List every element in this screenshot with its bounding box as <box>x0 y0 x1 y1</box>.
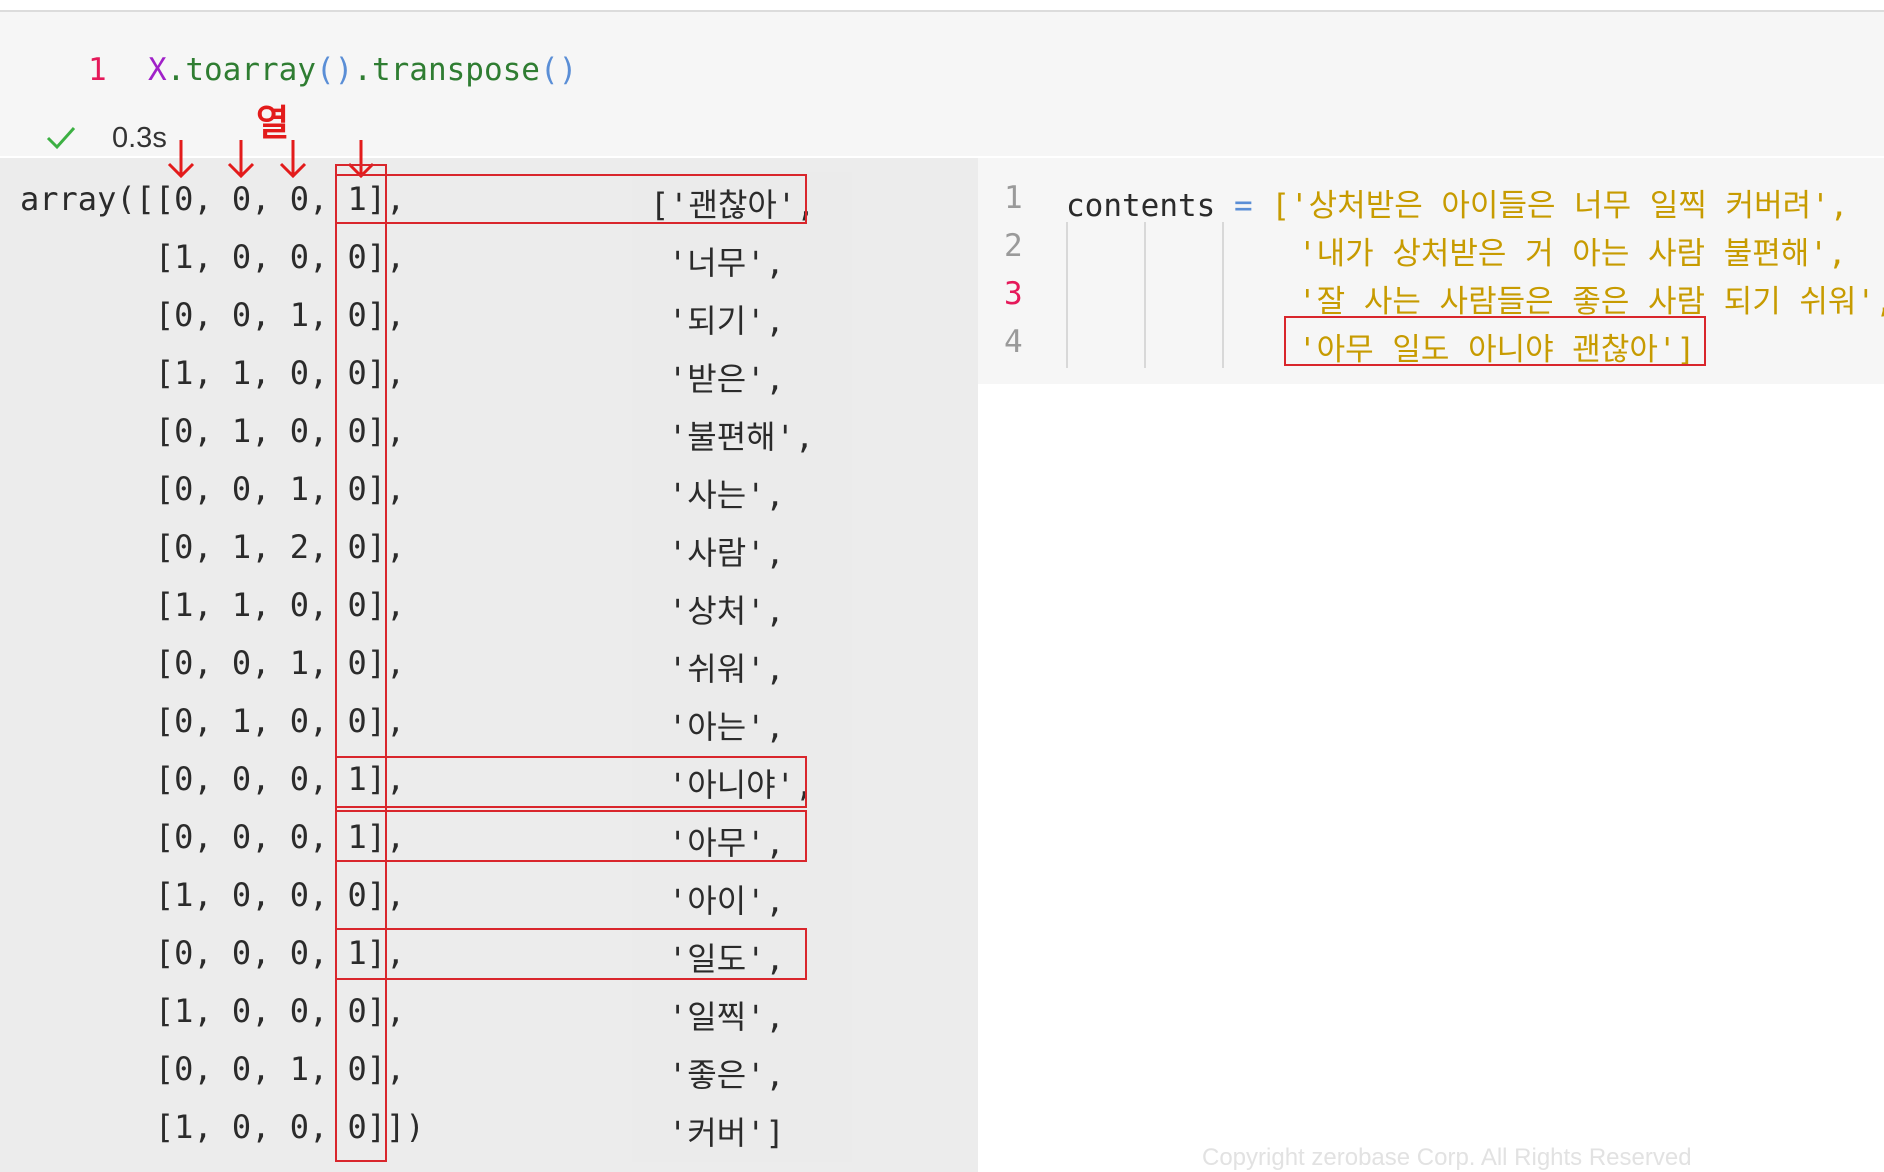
line-number: 1 <box>1004 180 1023 216</box>
code-line[interactable]: '잘 사는 사람들은 좋은 사람 되기 쉬워', <box>1298 276 1884 321</box>
sentence-highlight-box <box>1284 316 1706 366</box>
row-highlight-box <box>335 756 807 808</box>
arrow-down-icon <box>167 140 195 179</box>
code-object: X <box>148 52 167 88</box>
code-line[interactable]: '내가 상처받은 거 아는 사람 불편해', <box>1298 228 1847 273</box>
vocab-word: '아이', <box>668 882 785 920</box>
row-highlight-box <box>335 810 807 862</box>
arrow-down-icon <box>227 140 255 179</box>
string-literal: '잘 사는 사람들은 좋은 사람 되기 쉬워', <box>1298 284 1884 320</box>
execution-time: 0.3s <box>112 122 167 154</box>
variable-name: contents <box>1066 188 1216 224</box>
arrow-down-icon <box>279 140 307 179</box>
assign-operator: = <box>1233 188 1253 224</box>
line-number: 1 <box>88 52 107 88</box>
string-literal: ['상처받은 아이들은 너무 일찍 커버려', <box>1271 188 1849 224</box>
vocab-word: '불편해', <box>668 418 815 456</box>
indent-guide <box>1066 222 1068 368</box>
vocab-word: '커버'] <box>668 1114 785 1152</box>
vocab-word: '사람', <box>668 534 785 572</box>
vocab-word: '쉬워', <box>668 650 785 688</box>
vocab-word: '되기', <box>668 302 785 340</box>
vocab-word: '너무', <box>668 244 785 282</box>
row-highlight-box <box>335 174 807 224</box>
indent-guide <box>1144 222 1146 368</box>
watermark: Copyright zerobase Corp. All Rights Rese… <box>1202 1144 1692 1171</box>
string-literal: '내가 상처받은 거 아는 사람 불편해', <box>1298 236 1847 272</box>
code-line[interactable]: contents = ['상처받은 아이들은 너무 일찍 커버려', <box>1066 180 1848 225</box>
row-highlight-box <box>335 928 807 980</box>
vocab-word: '일찍', <box>668 998 785 1036</box>
code-method-transpose: .transpose <box>353 52 540 88</box>
code-line[interactable]: X.toarray().transpose() <box>148 52 577 88</box>
vocab-word: '좋은', <box>668 1056 785 1094</box>
line-number: 4 <box>1004 324 1023 360</box>
vocab-word: '받은', <box>668 360 785 398</box>
vocab-word: '사는', <box>668 476 785 514</box>
line-number: 2 <box>1004 228 1023 264</box>
indent-guide <box>1222 222 1224 368</box>
check-icon <box>46 126 76 150</box>
vocab-word: '아는', <box>668 708 785 746</box>
line-number: 3 <box>1004 276 1023 312</box>
code-parens: () <box>315 52 354 88</box>
column-highlight-box <box>335 164 387 1162</box>
code-method-toarray: .toarray <box>166 52 316 88</box>
code-parens: () <box>539 52 578 88</box>
vocab-word: '상처', <box>668 592 785 630</box>
